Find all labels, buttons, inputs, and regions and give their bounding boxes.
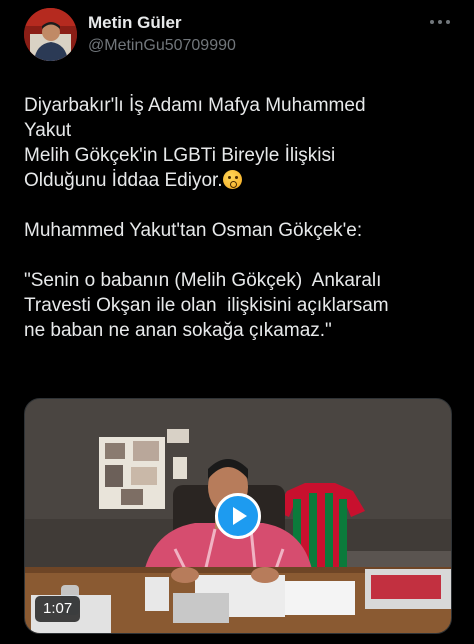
tweet-line: "Senin o babanın (Melih Gökçek) Ankaralı bbox=[24, 270, 382, 291]
tweet-line: Melih Gökçek'in LGBTi Bireyle İlişkisi bbox=[24, 145, 336, 166]
tweet-line: Yakut bbox=[24, 120, 72, 141]
play-button[interactable] bbox=[215, 493, 261, 539]
author-name[interactable]: Metin Güler bbox=[88, 13, 182, 33]
tweet-line: Muhammed Yakut'tan Osman Gökçek'e: bbox=[24, 220, 363, 241]
avatar[interactable] bbox=[24, 8, 77, 61]
more-horizontal-icon bbox=[430, 20, 434, 24]
tweet-line: Olduğunu İddaa Ediyor. bbox=[24, 170, 223, 191]
tweet-line bbox=[24, 243, 454, 268]
more-horizontal-icon bbox=[438, 20, 442, 24]
tweet-line: Diyarbakır'lı İş Adamı Mafya Muhammed bbox=[24, 95, 366, 116]
more-options-button[interactable] bbox=[430, 12, 450, 32]
tweet-line: ne baban ne anan sokağa çıkamaz." bbox=[24, 320, 332, 341]
video-duration: 1:07 bbox=[35, 596, 81, 622]
author-handle[interactable]: @MetinGu50709990 bbox=[88, 37, 236, 55]
play-icon bbox=[233, 507, 247, 525]
tweet-header: Metin Güler @MetinGu50709990 bbox=[24, 8, 454, 64]
tweet-text: Diyarbakır'lı İş Adamı Mafya Muhammed Ya… bbox=[24, 93, 454, 343]
astonished-face-emoji-icon bbox=[222, 170, 242, 189]
tweet-line bbox=[24, 193, 454, 218]
tweet-line-with-emoji: Olduğunu İddaa Ediyor. bbox=[24, 168, 454, 193]
video-player[interactable]: 1:07 bbox=[24, 398, 452, 634]
more-horizontal-icon bbox=[446, 20, 450, 24]
tweet-line: Travesti Okşan ile olan ilişkisini açıkl… bbox=[24, 295, 389, 316]
profile-photo-icon bbox=[24, 8, 77, 61]
